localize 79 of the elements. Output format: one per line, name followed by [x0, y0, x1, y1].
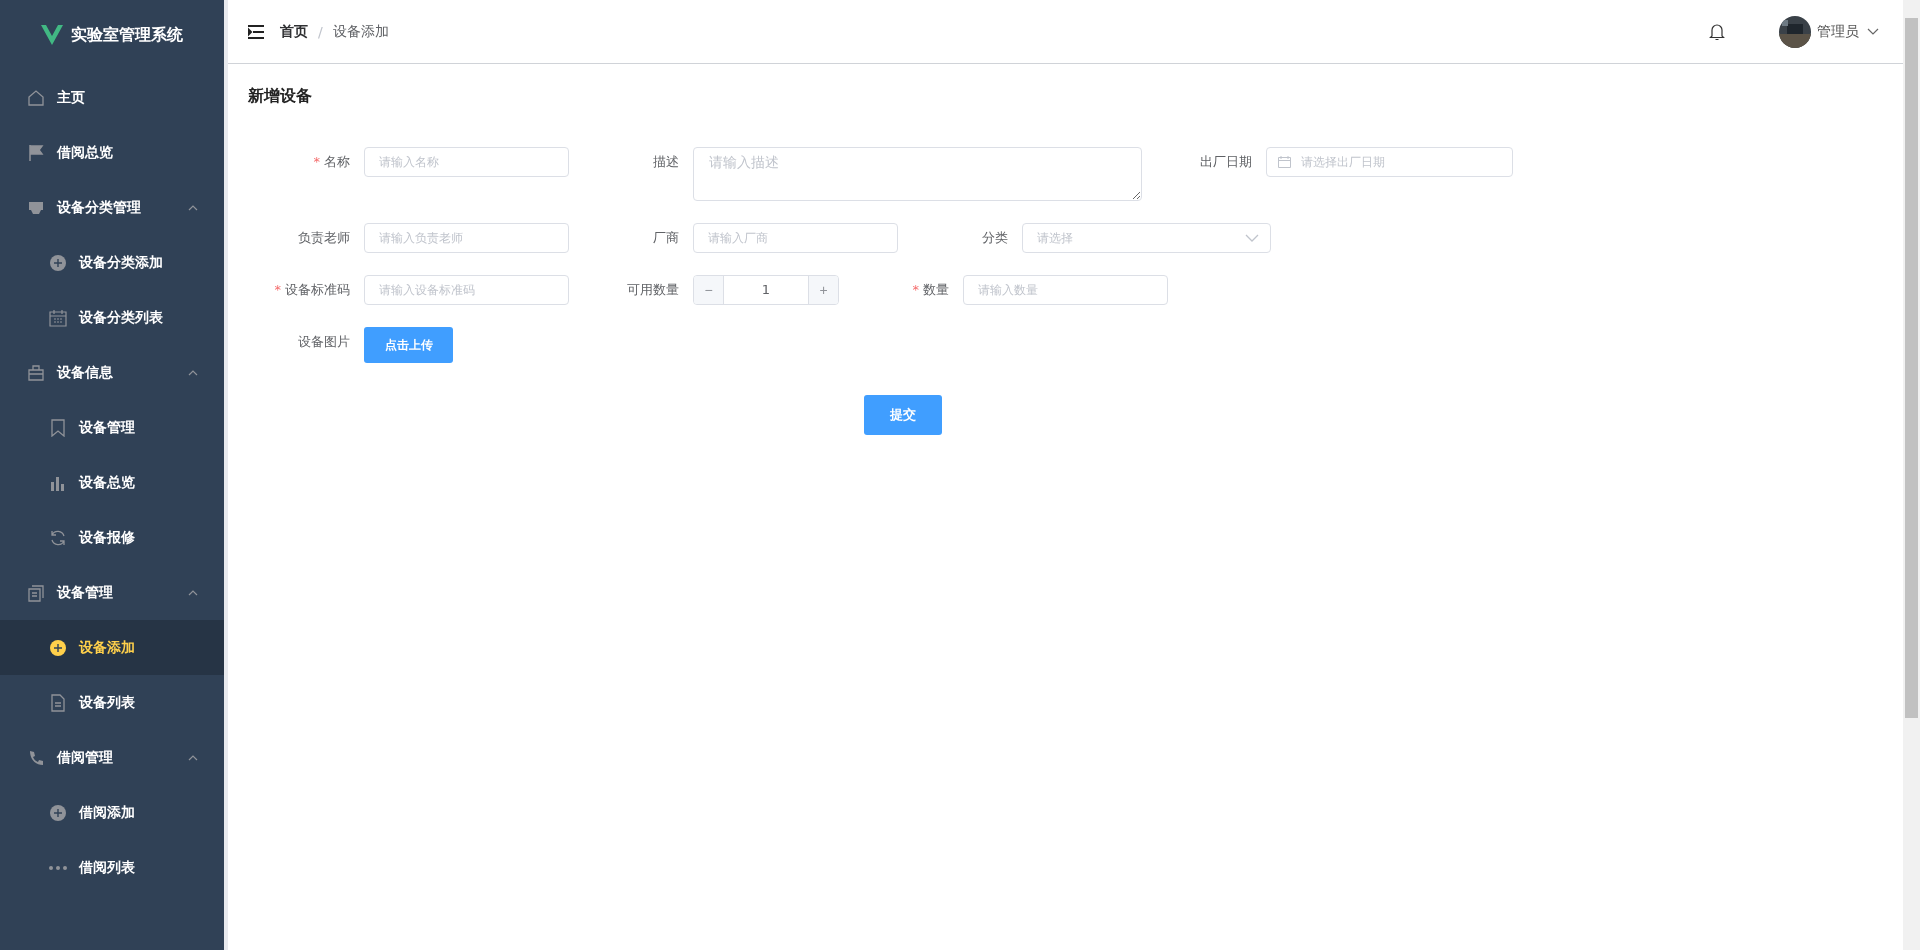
phone-icon [27, 748, 45, 767]
chevron-icon [1245, 234, 1259, 242]
app-title: 实验室管理系统 [71, 24, 183, 46]
calendar-icon [1278, 156, 1291, 168]
bell-icon[interactable] [1709, 22, 1725, 41]
menu-label: 设备管理 [79, 418, 136, 437]
menu-label: 借阅添加 [79, 803, 136, 822]
required-asterisk: * [912, 282, 919, 297]
menu-item[interactable]: 设备管理 [0, 565, 224, 620]
input-field[interactable]: 请输入厂商 [693, 223, 898, 253]
menu-label: 设备信息 [57, 363, 114, 382]
form-title: 新增设备 [248, 86, 313, 107]
input-field[interactable]: 请输入名称 [364, 147, 569, 177]
menu-item[interactable]: 设备报修 [0, 510, 224, 565]
caret-icon[interactable] [1867, 28, 1879, 35]
menu-item[interactable]: 借阅添加 [0, 785, 224, 840]
field-label: 厂商 [653, 230, 679, 245]
bookmark-icon [49, 418, 67, 437]
plus-icon [49, 253, 67, 272]
menu-item[interactable]: 设备添加 [0, 620, 224, 675]
bag-icon [27, 363, 45, 382]
calendar-icon [49, 308, 67, 327]
field-label: 描述 [653, 154, 679, 169]
menu-item[interactable]: 设备管理 [0, 400, 224, 455]
scrollbar[interactable] [1903, 0, 1920, 950]
menu-label: 设备列表 [79, 693, 136, 712]
date-field[interactable]: 请选择出厂日期 [1266, 147, 1513, 177]
doc-icon [49, 693, 67, 712]
chevron-icon [188, 589, 198, 596]
menu-label: 主页 [57, 88, 86, 107]
breadcrumb-link[interactable]: 首页 [280, 22, 308, 41]
required-asterisk: * [274, 282, 281, 297]
menu-item[interactable]: 设备总览 [0, 455, 224, 510]
menu-label: 借阅总览 [57, 143, 114, 162]
menu-item[interactable]: 设备信息 [0, 345, 224, 400]
input-field[interactable]: 请输入负责老师 [364, 223, 569, 253]
field-label: 设备图片 [298, 334, 350, 349]
field-label: 名称 [324, 154, 350, 169]
home-icon [27, 88, 45, 107]
menu-label: 借阅列表 [79, 858, 136, 877]
menu-label: 设备报修 [79, 528, 136, 547]
plus-icon [49, 638, 67, 657]
chevron-icon [188, 369, 198, 376]
textarea-field[interactable]: 请输入描述 [693, 147, 1142, 201]
menu-label: 设备分类管理 [57, 198, 142, 217]
logo-icon [41, 25, 63, 45]
menu-item[interactable]: 设备列表 [0, 675, 224, 730]
menu-label: 设备总览 [79, 473, 136, 492]
field-label: 负责老师 [298, 230, 350, 245]
breadcrumb-separator: / [318, 23, 323, 40]
menu-item[interactable]: 设备分类管理 [0, 180, 224, 235]
required-asterisk: * [313, 154, 320, 169]
plus-icon [49, 803, 67, 822]
field-label: 可用数量 [627, 282, 679, 297]
field-label: 分类 [982, 230, 1008, 245]
menu-label: 设备分类添加 [79, 253, 164, 272]
field-label: 出厂日期 [1200, 154, 1252, 169]
menu-icon[interactable] [248, 24, 264, 39]
dots-icon [49, 865, 67, 870]
menu-item[interactable]: 主页 [0, 70, 224, 125]
menu-label: 设备添加 [79, 638, 136, 657]
chevron-icon [188, 754, 198, 761]
menu-label: 设备管理 [57, 583, 114, 602]
refresh-icon [49, 528, 67, 547]
menu-item[interactable]: 设备分类列表 [0, 290, 224, 345]
flag-icon [27, 143, 45, 162]
copy-icon [27, 583, 45, 602]
menu-label: 设备分类列表 [79, 308, 164, 327]
input-field[interactable]: 请输入设备标准码 [364, 275, 569, 305]
menu-item[interactable]: 借阅总览 [0, 125, 224, 180]
menu-item[interactable]: 设备分类添加 [0, 235, 224, 290]
menu-label: 借阅管理 [57, 748, 114, 767]
field-label: 数量 [923, 282, 949, 297]
menu-item[interactable]: 借阅列表 [0, 840, 224, 895]
user-name[interactable]: 管理员 [1817, 22, 1859, 41]
field-label: 设备标准码 [285, 282, 350, 297]
chevron-icon [188, 204, 198, 211]
menu-item[interactable]: 借阅管理 [0, 730, 224, 785]
select-field[interactable]: 请选择 [1022, 223, 1271, 253]
